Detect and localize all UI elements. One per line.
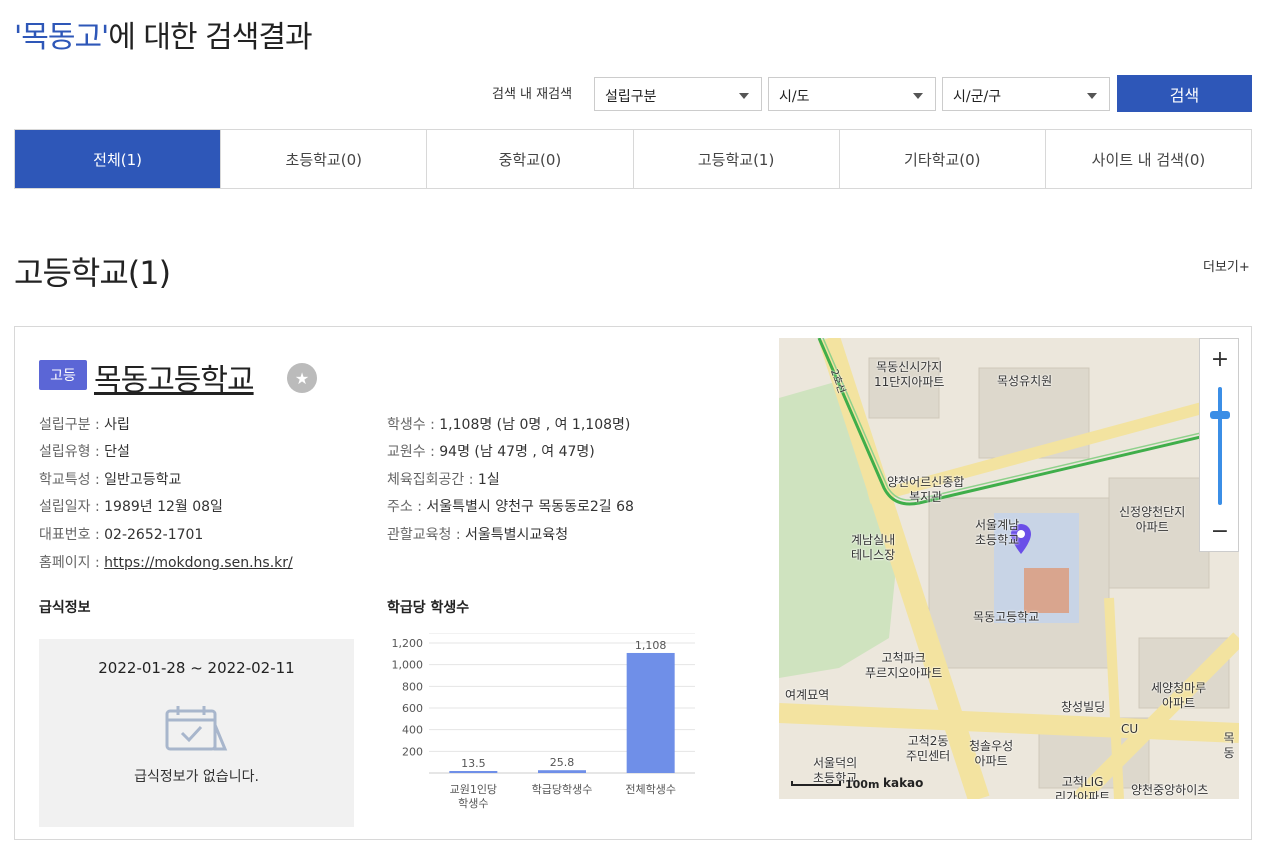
star-icon[interactable]: ★ (287, 363, 317, 393)
refine-search-label: 검색 내 재검색 (492, 87, 573, 102)
info-homepage: 홈페이지 : https://mokdong.sen.hs.kr/ (39, 555, 293, 571)
zoom-control: + − (1199, 338, 1239, 552)
tab-all[interactable]: 전체(1) (15, 130, 221, 188)
map-label: 고척파크 푸르지오아파트 (865, 651, 943, 680)
info-establishment-form: 설립유형 : 단설 (39, 444, 130, 460)
tab-elementary[interactable]: 초등학교(0) (220, 130, 426, 188)
chart-category-label: 전체학생수 (625, 783, 676, 796)
district-select[interactable]: 시/군/구 (942, 77, 1110, 111)
chevron-down-icon (1087, 93, 1097, 99)
establishment-type-value: 설립구분 (605, 89, 657, 105)
tab-other[interactable]: 기타학교(0) (838, 130, 1045, 188)
map-label: 고척2동 주민센터 (906, 734, 951, 763)
map-label: 고척LIG 리가아파트 (1055, 775, 1111, 799)
map-label: 목동고등학교 (973, 610, 1040, 624)
zoom-slider-handle[interactable] (1210, 411, 1230, 419)
map-label: 신정양천단지 아파트 (1119, 505, 1186, 534)
chart-title: 학급당 학생수 (387, 600, 470, 616)
meal-title: 급식정보 (39, 600, 91, 616)
map-label: 목성유치원 (997, 374, 1053, 388)
chart-ytick-label: 1,000 (392, 659, 424, 672)
info-address: 주소 : 서울특별시 양천구 목동동로2길 68 (387, 499, 634, 515)
chart-category-label: 학급당학생수 (532, 783, 593, 796)
chart-ytick-label: 800 (402, 680, 423, 693)
chart-value-label: 25.8 (550, 756, 575, 769)
map-label: 계남실내 테니스장 (851, 533, 896, 562)
zoom-out-button[interactable]: − (1200, 511, 1239, 551)
info-establishment-type: 설립구분 : 사립 (39, 417, 130, 433)
chart-value-label: 1,108 (635, 639, 667, 652)
zoom-in-button[interactable]: + (1200, 339, 1239, 379)
calendar-check-icon (165, 706, 228, 751)
map-scale-text: 100m (845, 778, 880, 791)
city-select[interactable]: 시/도 (768, 77, 936, 111)
title-rest: 에 대한 검색결과 (108, 20, 312, 55)
chart-value-label: 13.5 (461, 757, 486, 770)
meal-empty-text: 급식정보가 없습니다. (134, 769, 259, 785)
map-label: 양천어르신종합 복지관 (887, 475, 965, 504)
map-label: 양천중앙하이츠 (1131, 783, 1209, 797)
info-teachers: 교원수 : 94명 (남 47명 , 여 47명) (387, 444, 595, 460)
info-education-office: 관할교육청 : 서울특별시교육청 (387, 527, 569, 543)
more-link[interactable]: 더보기+ (1203, 256, 1250, 275)
zoom-track[interactable] (1218, 387, 1222, 505)
chart-ytick-label: 200 (402, 745, 423, 758)
tab-site-search[interactable]: 사이트 내 검색(0) (1044, 130, 1251, 188)
school-location-map[interactable]: 목동신시가지 11단지아파트 목성유치원 양천어르신종합 복지관 서울계남 초등학교 … (779, 338, 1239, 799)
meal-box: 2022-01-28 ~ 2022-02-11 급식정보가 없습니다. (39, 639, 354, 827)
chart-bar (626, 652, 675, 773)
map-scale-bar (791, 781, 841, 786)
map-label: 목동신시가지 11단지아파트 (874, 360, 945, 389)
chart-bar (538, 770, 586, 773)
info-founding-date: 설립일자 : 1989년 12월 08일 (39, 499, 223, 515)
section-title: 고등학교(1) (14, 254, 171, 292)
map-label: 창성빌딩 (1061, 700, 1106, 714)
chart-ytick-label: 1,200 (392, 637, 424, 650)
info-school-character: 학교특성 : 일반고등학교 (39, 472, 182, 488)
map-canvas (779, 338, 1239, 799)
map-brand-logo: kakao (883, 776, 924, 790)
map-label: 세양청마루 아파트 (1151, 681, 1207, 710)
tab-middle[interactable]: 중학교(0) (426, 130, 632, 188)
info-phone: 대표번호 : 02-2652-1701 (39, 527, 204, 543)
search-button[interactable]: 검색 (1117, 75, 1252, 112)
map-label: 목동 (1223, 731, 1235, 760)
map-label: 서울계남 초등학교 (975, 518, 1020, 547)
school-name-link[interactable]: 목동고등학교 (94, 355, 255, 399)
tab-high[interactable]: 고등학교(1) (632, 130, 839, 188)
refine-search-bar: 검색 내 재검색 설립구분 시/도 시/군/구 검색 (0, 75, 1269, 113)
establishment-type-select[interactable]: 설립구분 (594, 77, 762, 111)
chevron-down-icon (913, 93, 923, 99)
map-label: CU (1121, 722, 1139, 736)
chart-bar (449, 771, 498, 773)
school-result-card: 고등 목동고등학교 ★ 설립구분 : 사립 설립유형 : 단설 학교특성 : 일… (14, 326, 1252, 840)
chevron-down-icon (739, 93, 749, 99)
homepage-link[interactable]: https://mokdong.sen.hs.kr/ (104, 555, 293, 571)
search-query: '목동고' (14, 20, 109, 55)
city-value: 시/도 (779, 89, 810, 105)
chart-ytick-label: 600 (402, 702, 423, 715)
meal-date-range: 2022-01-28 ~ 2022-02-11 (98, 659, 295, 677)
students-per-class-chart: 1,200 1,000 800 600 400 200 13.5 교원1인당 학생수 25.8 학급… (392, 633, 695, 810)
school-type-tabs: 전체(1) 초등학교(0) 중학교(0) 고등학교(1) 기타학교(0) 사이트… (14, 129, 1252, 189)
district-value: 시/군/구 (953, 89, 1002, 105)
map-label: 청솔우성 아파트 (969, 739, 1014, 768)
chart-ytick-label: 400 (402, 724, 423, 737)
chart-category-label: 교원1인당 학생수 (450, 783, 497, 810)
info-students: 학생수 : 1,108명 (남 0명 , 여 1,108명) (387, 417, 631, 433)
page-title: '목동고'에 대한 검색결과 (14, 12, 313, 56)
map-label: 여계묘역 (785, 688, 830, 702)
school-level-badge: 고등 (39, 360, 87, 390)
info-gym-space: 체육집회공간 : 1실 (387, 472, 500, 488)
